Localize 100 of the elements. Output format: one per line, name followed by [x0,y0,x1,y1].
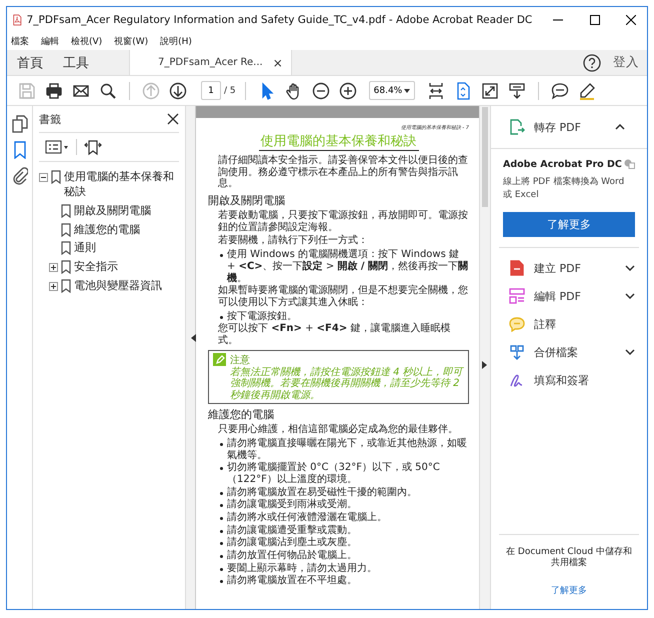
tab[interactable]: 首頁 [7,50,53,75]
maximize-icon[interactable] [590,15,600,25]
list-item: 請勿將電腦放置在不平坦處。 [227,575,357,588]
bookmark-icon [61,279,71,294]
list-item: 要闔上顯示幕時，請勿太過用力。 [227,562,377,574]
list-item: 按下電源按鈕。 [227,310,297,322]
tool-item[interactable]: 轉存 PDF [491,106,647,149]
scrollbar-track[interactable] [185,106,195,609]
tab[interactable]: 7_PDFsam_Acer Re... × [129,50,292,75]
tool-item[interactable]: 註釋 [499,310,639,338]
note-label: 注意 [230,354,250,366]
collapse-icon[interactable] [39,173,48,182]
bookmark-item[interactable]: 開啟及關閉電腦 [74,204,151,219]
paragraph: 若要關機，請執行下列任一方式： [218,235,369,248]
bullet-icon [220,504,223,508]
bullet-icon [220,555,223,558]
panel-title: 書籤 [39,112,61,126]
page-thumbnails-icon[interactable] [10,114,28,134]
page-count: / 5 [224,86,236,96]
tool-item[interactable]: 合併檔案 [499,338,639,366]
bullet-icon [220,530,223,533]
tool-item[interactable]: 編輯 PDF [499,282,639,310]
section-heading: 開啟及關閉電腦 [208,193,286,208]
close-tab-button[interactable]: × [272,56,283,70]
list-item: 請勿讓電腦受到雨淋或受潮。 [227,499,357,511]
menu-item[interactable]: 編輯 [41,35,59,48]
edit-pdf-icon [509,288,525,304]
learn-more-button[interactable]: 了解更多 [503,212,635,238]
promo-text: 線上將 PDF 檔案轉換為 Word 或 Excel [503,176,626,202]
cloud-message: 在 Document Cloud 中儲存和共用檔案 [505,546,633,570]
bookmark-item[interactable]: 使用電腦的基本保養和秘訣 [64,170,179,200]
signature-icon [509,372,525,388]
learn-more-link[interactable]: 了解更多 [551,586,587,596]
bookmark-icon [51,170,61,184]
chevron-down-icon[interactable] [625,293,635,300]
paragraph: 如果暫時要將電腦的電源關閉，但是不想要完全關機，您可以使用以下方式讓其進入休眠： [218,285,469,309]
bullet-icon [220,580,223,584]
caret-icon [404,88,410,92]
bookmark-item[interactable]: 維護您的電腦 [74,222,140,238]
bookmark-item[interactable]: 電池與變壓器資訊 [74,279,162,294]
bullet-icon [220,492,223,495]
combine-files-icon [509,344,525,360]
bullet-icon [220,316,223,319]
window-title: 7_PDFsam_Acer Regulatory Information and Safety Guide_TC_v4.pdf - Adobe Acrobat Reader DC [26,14,532,26]
list-item: 請勿讓電腦遭受重擊或震動。 [227,524,357,536]
zoom-dropdown[interactable]: 68.4% [368,81,415,100]
bookmark-icon [61,222,71,237]
paragraph: 您可以按下 <Fn> + <F4> 鍵，讓電腦進入睡眠模式。 [218,323,452,347]
options-dropdown-icon[interactable] [45,140,69,154]
tab[interactable]: 工具 [53,50,99,75]
scrollbar-thumb[interactable] [482,107,488,207]
comment-icon [509,316,525,332]
bullet-icon [220,542,223,546]
export-pdf-icon [509,119,525,135]
chevron-down-icon[interactable] [625,349,635,356]
menu-item[interactable]: 視窗(W) [114,35,148,48]
pencil-icon [213,353,226,366]
expand-icon[interactable] [49,282,58,292]
pdf-file-icon [13,13,22,27]
help-icon[interactable] [583,54,601,72]
list-item: 切勿將電腦擺置於 0°C（32°F）以下，或 50°C（122°F）以上溫度的環境。 [227,462,441,486]
page-number-field[interactable]: 1 [201,81,221,100]
bullet-icon [220,467,223,470]
tool-item[interactable]: 填寫和簽署 [499,366,639,394]
close-icon[interactable] [626,15,636,25]
menu-item[interactable]: 檔案 [11,35,29,48]
list-item: 請勿讓電腦沾到塵土或灰塵。 [227,537,357,549]
paragraph: 若要啟動電腦，只要按下電源按鈕，再放開即可。電源按鈕的位置請參閱設定海報。 [218,210,469,234]
section-heading: 維護您的電腦 [208,407,275,422]
list-item: 請勿將電腦放置在易受磁性干擾的範圍內。 [227,486,417,498]
attachment-icon[interactable] [10,166,28,186]
page-title: 使用電腦的基本保養和秘訣 [258,132,418,151]
note-text: 若無法正常關機，請按住電源按鈕達 4 秒以上，即可強制關機。若要在關機後再開關機，請至少先等待 2 秒鐘後再開啟電源。 [230,366,464,402]
bookmark-icon [61,241,71,256]
bookmark-icon [61,260,71,274]
bookmark-item[interactable]: 通則 [74,241,96,256]
chevron-up-icon[interactable] [615,124,625,130]
create-pdf-icon [509,260,525,276]
list-item: 使用 Windows 的電腦關機選項：按下 Windows 鍵 + <C>、按一下設定 > 開啟 / 關閉，然後再按一下關機。 [227,249,469,284]
bullet-icon [220,568,223,571]
menu-item[interactable]: 檢視(V) [71,35,102,48]
bullet-icon [220,254,223,258]
close-icon[interactable] [167,113,179,125]
paragraph: 請仔細閱讀本安全指示。請妥善保管本文件以便日後的查詢使用。務必遵守標示在本產品上的所有警告與指示訊息。 [218,155,469,190]
bullet-icon [220,442,223,446]
paragraph: 只要用心維護，相信這部電腦必定成為您的最佳夥伴。 [218,424,459,436]
bookmark-icon [61,204,71,218]
chevron-down-icon[interactable] [625,265,635,272]
list-item: 請勿將電腦直接曝曬在陽光下，或靠近其他熱源，如暖氣機等。 [227,438,468,462]
list-item: 請勿放置任何物品於電腦上。 [227,550,357,562]
menu-item[interactable]: 說明(H) [160,35,192,48]
bookmark-item[interactable]: 安全指示 [74,260,118,276]
promo-title: Adobe Acrobat Pro DC [503,159,622,170]
expand-icon[interactable] [49,263,58,272]
sign-in-link[interactable]: 登入 [613,54,639,71]
list-item: 請勿將水或任何液體潑灑在電腦上。 [227,512,387,524]
bookmark-settings-icon[interactable] [84,138,102,156]
bullet-icon [220,516,223,520]
collapse-right-icon[interactable] [482,361,487,369]
tool-item[interactable]: 建立 PDF [499,254,639,282]
